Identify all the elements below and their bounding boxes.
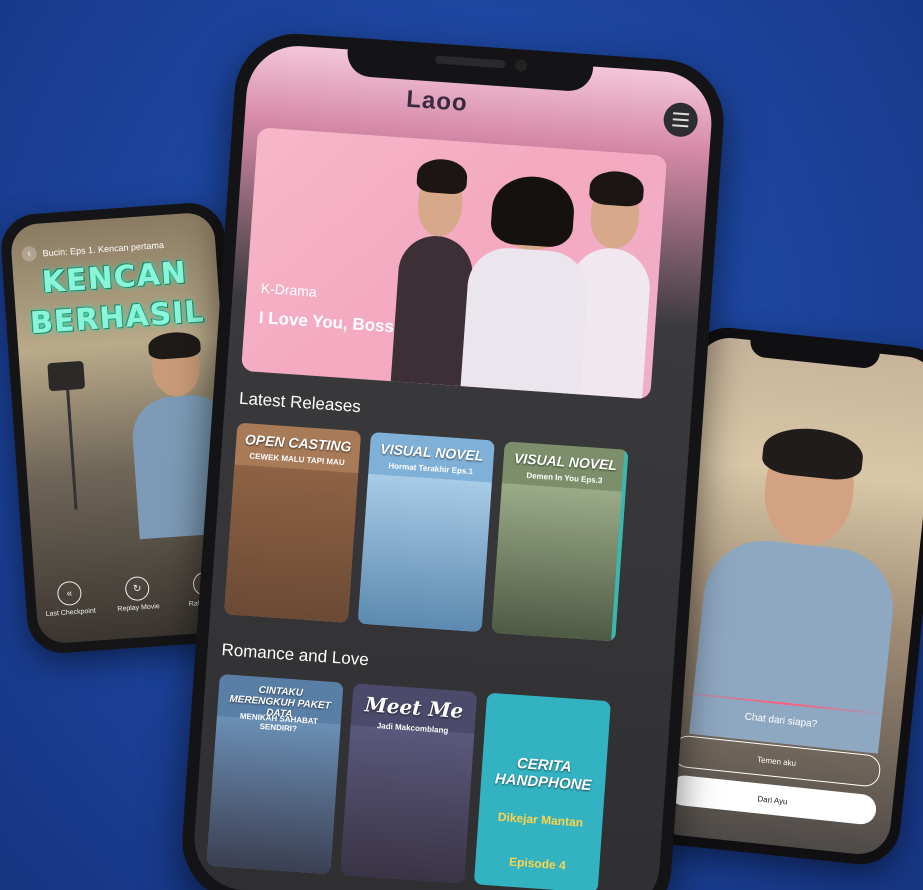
app-logo: Laoo xyxy=(405,85,469,117)
section-title-romance: Romance and Love xyxy=(220,640,370,670)
banner-title: I Love You, Boss xyxy=(258,307,395,337)
center-phone: Laoo K-Drama I Love You, Boss Latest Rel… xyxy=(178,29,728,890)
section-title-latest: Latest Releases xyxy=(238,388,362,417)
episode-breadcrumb: Bucin: Eps 1. Kencan pertama xyxy=(42,239,165,258)
content-card[interactable]: CINTAKU MERENGKUH PAKET DATA MENIKAH SAH… xyxy=(206,674,344,875)
content-card[interactable]: VISUAL NOVEL Demen In You Eps.3 xyxy=(491,441,629,642)
replay-icon: ↻ xyxy=(124,575,151,602)
content-card[interactable]: Meet Me Jadi Makcomblang xyxy=(340,683,478,884)
content-card[interactable]: VISUAL NOVEL Hormat Terakhir Eps.1 xyxy=(357,431,495,633)
romance-row: CINTAKU MERENGKUH PAKET DATA MENIKAH SAH… xyxy=(206,674,611,890)
lamp-decoration xyxy=(47,360,86,392)
back-icon[interactable]: ‹ xyxy=(21,245,38,262)
center-phone-screen: Laoo K-Drama I Love You, Boss Latest Rel… xyxy=(190,42,715,890)
content-card[interactable]: CERITA HANDPHONE Dikejar Mantan Episode … xyxy=(473,692,611,890)
latest-releases-row: OPEN CASTING CEWEK MALU TAPI MAU VISUAL … xyxy=(224,422,629,642)
hamburger-icon xyxy=(673,112,690,116)
actor-image xyxy=(460,173,595,395)
rewind-icon: « xyxy=(56,580,83,607)
content-card[interactable]: OPEN CASTING CEWEK MALU TAPI MAU xyxy=(224,422,362,623)
menu-button[interactable] xyxy=(662,101,699,138)
replay-movie-button[interactable]: ↻ Replay Movie xyxy=(106,575,168,614)
last-checkpoint-button[interactable]: « Last Checkpoint xyxy=(39,579,101,618)
banner-category: K-Drama xyxy=(260,279,318,300)
scene-title-overlay: KENCAN BERHASIL xyxy=(28,255,206,342)
promo-stage: ‹ Bucin: Eps 1. Kencan pertama KENCAN BE… xyxy=(0,0,923,890)
camera-icon xyxy=(514,59,528,72)
featured-banner[interactable]: K-Drama I Love You, Boss xyxy=(241,127,668,400)
